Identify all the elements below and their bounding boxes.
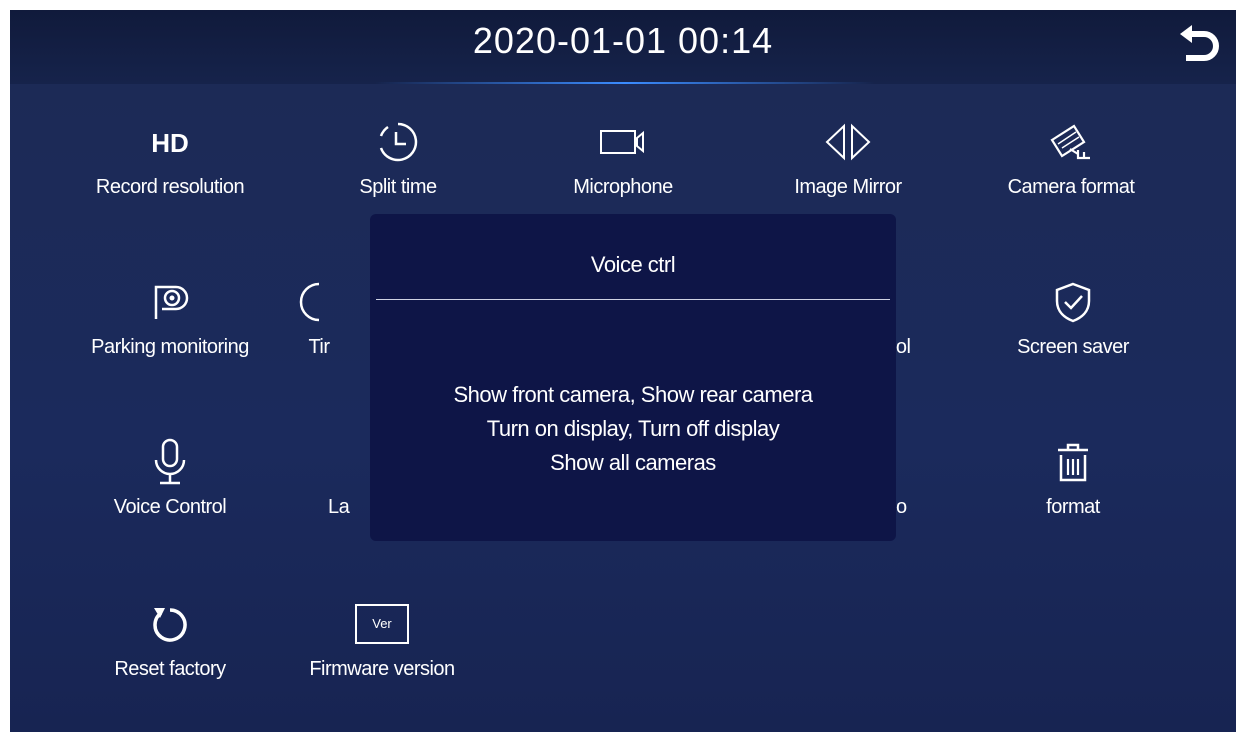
menu-label: Microphone — [573, 176, 673, 198]
menu-label: Split time — [359, 176, 437, 198]
clock-icon — [368, 120, 428, 164]
parking-icon — [140, 280, 200, 324]
menu-partial-o[interactable]: o — [896, 440, 926, 519]
menu-format[interactable]: format — [988, 440, 1158, 519]
datetime-display: 2020-01-01 00:14 — [472, 20, 774, 61]
header-accent-line — [375, 82, 875, 84]
menu-label: Image Mirror — [794, 176, 902, 198]
menu-label: format — [1046, 496, 1100, 518]
mirror-icon — [818, 120, 878, 164]
dialog-title: Voice ctrl — [590, 252, 676, 277]
menu-record-resolution[interactable]: HD Record resolution — [70, 120, 270, 199]
menu-image-mirror[interactable]: Image Mirror — [748, 120, 948, 199]
menu-label: Tir — [308, 336, 330, 358]
dialog-line: Turn on display, Turn off display — [486, 416, 780, 441]
menu-screen-saver[interactable]: Screen saver — [988, 280, 1158, 359]
cctv-camera-icon — [1041, 120, 1101, 164]
back-button[interactable] — [1174, 24, 1226, 70]
dialog-line: Show all cameras — [550, 450, 716, 475]
version-icon: Ver — [352, 602, 412, 646]
menu-label: Firmware version — [309, 658, 455, 680]
menu-parking-monitoring[interactable]: Parking monitoring — [70, 280, 270, 359]
menu-label: Voice Control — [113, 496, 227, 518]
voice-ctrl-dialog: Voice ctrl Show front camera, Show rear … — [370, 214, 896, 541]
menu-split-time[interactable]: Split time — [298, 120, 498, 199]
menu-label: Parking monitoring — [91, 336, 249, 358]
menu-label: Reset factory — [114, 658, 226, 680]
hd-icon: HD — [151, 128, 189, 158]
menu-label: Camera format — [1007, 176, 1135, 198]
trash-icon — [1043, 440, 1103, 484]
menu-camera-format[interactable]: Camera format — [971, 120, 1171, 199]
menu-label: o — [896, 496, 907, 518]
menu-label: Record resolution — [95, 176, 245, 198]
dialog-line: Show front camera, Show rear camera — [453, 382, 813, 407]
dialog-command-list: Show front camera, Show rear camera Turn… — [370, 378, 896, 480]
menu-label: Screen saver — [1017, 336, 1129, 358]
back-arrow-icon — [1180, 25, 1219, 61]
partial-icon — [289, 280, 349, 324]
dialog-divider — [376, 299, 890, 300]
menu-microphone[interactable]: Microphone — [523, 120, 723, 199]
menu-firmware-version[interactable]: Ver Firmware version — [282, 602, 482, 681]
shield-check-icon — [1043, 280, 1103, 324]
menu-timelapse-partial[interactable]: Tir — [259, 280, 379, 359]
menu-voice-control[interactable]: Voice Control — [70, 438, 270, 519]
microphone-camera-icon — [593, 120, 653, 164]
reset-icon — [140, 602, 200, 646]
screen: 2020-01-01 00:14 HD Record resolution Sp… — [10, 10, 1236, 732]
voice-mic-icon — [140, 438, 200, 485]
header-bar: 2020-01-01 00:14 — [10, 10, 1236, 84]
menu-reset-factory[interactable]: Reset factory — [70, 602, 270, 681]
